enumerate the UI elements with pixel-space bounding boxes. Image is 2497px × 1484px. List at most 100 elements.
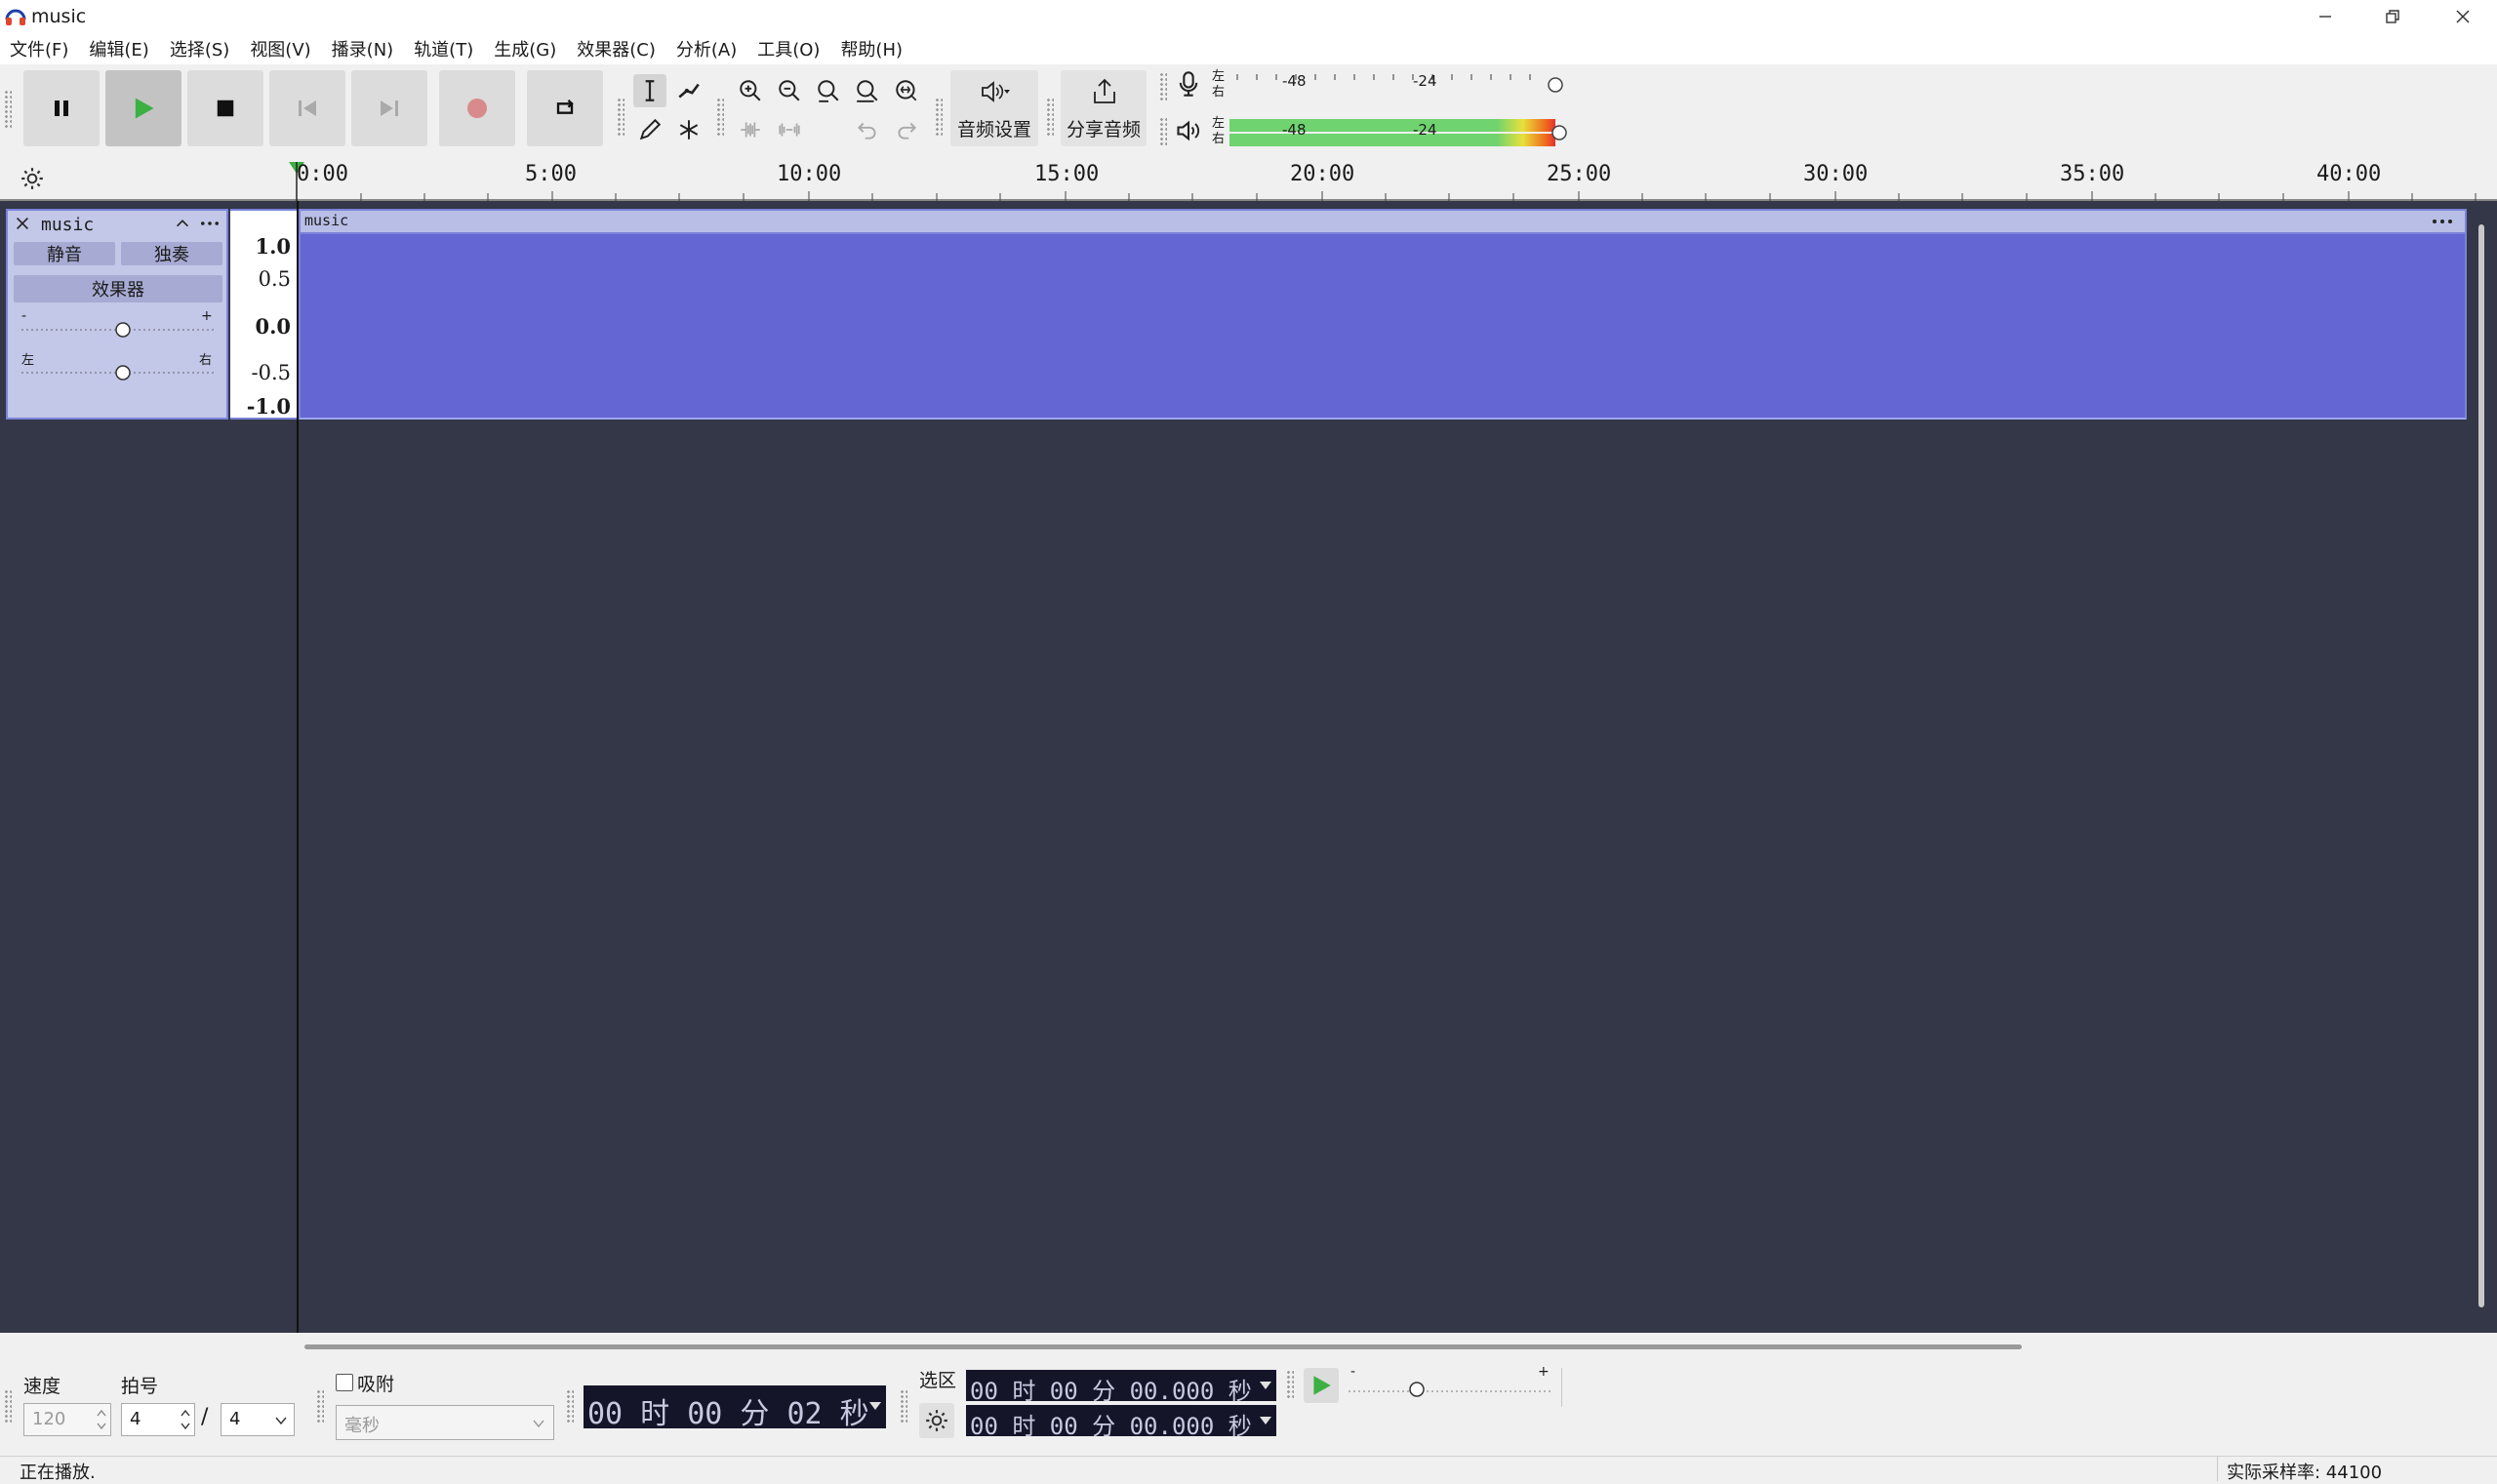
ruler-label: 10:00 — [777, 162, 842, 186]
minimize-button[interactable] — [2292, 0, 2358, 33]
mute-button[interactable]: 静音 — [14, 242, 115, 265]
audio-setup-label: 音频设置 — [956, 119, 1031, 140]
edit-grip[interactable] — [716, 98, 724, 137]
play-meter-grip[interactable] — [1159, 117, 1167, 146]
tempo-label: 速度 — [23, 1376, 61, 1397]
menu-tools[interactable]: 工具(O) — [757, 36, 820, 61]
menu-view[interactable]: 视图(V) — [250, 36, 310, 61]
clip-menu-button[interactable] — [2430, 213, 2455, 230]
record-meter-grip[interactable] — [1159, 72, 1167, 101]
menu-transport[interactable]: 播录(N) — [332, 36, 394, 61]
skip-to-end-button[interactable] — [351, 70, 427, 146]
play-at-speed-button[interactable] — [1304, 1368, 1339, 1403]
selection-tool[interactable] — [633, 74, 666, 107]
snap-grip[interactable] — [316, 1389, 324, 1424]
zoom-toggle-button[interactable] — [890, 74, 923, 107]
share-audio-button[interactable]: 分享音频 — [1061, 70, 1147, 146]
menu-effect[interactable]: 效果器(C) — [577, 36, 656, 61]
beats-value: 4 — [130, 1409, 141, 1429]
redo-button[interactable] — [890, 113, 923, 146]
envelope-tool[interactable] — [672, 74, 705, 107]
pan-slider-track — [21, 365, 217, 381]
menu-select[interactable]: 选择(S) — [170, 36, 229, 61]
track-name[interactable]: music — [41, 215, 94, 235]
menu-generate[interactable]: 生成(G) — [494, 36, 556, 61]
gain-slider[interactable] — [21, 320, 217, 340]
silence-audio-button[interactable] — [773, 113, 806, 146]
ruler-label: 30:00 — [1803, 162, 1869, 186]
play-button[interactable] — [105, 70, 181, 146]
audio-position-display[interactable]: 00 时 00 分 02 秒 — [584, 1385, 886, 1431]
close-track-button[interactable] — [14, 215, 33, 234]
draw-tool[interactable] — [633, 113, 666, 146]
close-window-button[interactable] — [2430, 0, 2496, 33]
clip-waveform[interactable] — [299, 234, 2467, 420]
audio-setup-grip[interactable] — [935, 98, 943, 137]
toolbar-grip[interactable] — [4, 90, 12, 129]
fit-selection-button[interactable] — [812, 74, 845, 107]
undo-button[interactable] — [851, 113, 884, 146]
zoom-out-button[interactable] — [773, 74, 806, 107]
track-control-panel[interactable]: music 静音 独奏 效果器 - + 左 右 — [6, 209, 228, 420]
trim-audio-button[interactable] — [734, 113, 767, 146]
record-meter-scale — [1236, 74, 1563, 93]
pan-slider[interactable] — [21, 363, 217, 382]
selection-grip[interactable] — [900, 1389, 907, 1424]
playback-speed-slider[interactable] — [1349, 1378, 1553, 1401]
stop-button[interactable] — [187, 70, 263, 146]
pause-button[interactable] — [23, 70, 100, 146]
playback-meter[interactable]: -48 -24 — [1228, 117, 1569, 146]
record-button[interactable] — [439, 70, 515, 146]
audacity-app-icon — [4, 5, 27, 28]
selection-label: 选区 — [919, 1370, 957, 1391]
ruler-label: 35:00 — [2060, 162, 2125, 186]
time-display-value: 00 时 00 分 02 秒 — [587, 1397, 869, 1431]
play-meter-button[interactable] — [1175, 117, 1204, 148]
record-meter[interactable]: -48 -24 — [1228, 70, 1569, 100]
solo-button[interactable]: 独奏 — [121, 242, 222, 265]
chevron-down-icon — [869, 1402, 881, 1410]
vertical-scrollbar[interactable] — [2478, 224, 2484, 1307]
selection-start-value: 00 时 00 分 00.000 秒 — [970, 1378, 1252, 1405]
tools-grip[interactable] — [617, 98, 624, 137]
selection-settings-button[interactable] — [919, 1403, 954, 1438]
horizontal-scrollbar[interactable] — [304, 1344, 2022, 1349]
track-menu-button[interactable] — [199, 215, 222, 234]
spinner-icon — [97, 1409, 106, 1430]
loop-button[interactable] — [527, 70, 603, 146]
collapse-track-button[interactable] — [174, 215, 193, 234]
restore-button[interactable] — [2359, 0, 2426, 33]
timeline-ruler[interactable]: 0:00 5:00 10:00 15:00 20:00 25:00 30:00 … — [0, 158, 2497, 201]
multi-tool[interactable] — [672, 113, 705, 146]
play-meter-right-label: 右 — [1212, 132, 1226, 146]
vertical-scale[interactable]: 1.0 0.5 0.0 -0.5 -1.0 — [230, 209, 297, 420]
time-grip[interactable] — [566, 1389, 574, 1424]
snap-unit-select[interactable]: 毫秒 — [336, 1405, 554, 1440]
clip-header[interactable]: music — [299, 209, 2467, 234]
skip-to-start-button[interactable] — [269, 70, 345, 146]
time-signature-grip[interactable] — [4, 1389, 12, 1424]
snap-checkbox[interactable] — [336, 1374, 353, 1391]
beats-per-measure-input[interactable]: 4 — [121, 1403, 195, 1436]
beat-unit-select[interactable]: 4 — [221, 1403, 295, 1436]
play-at-speed-grip[interactable] — [1286, 1370, 1294, 1399]
share-grip[interactable] — [1046, 98, 1054, 137]
menu-analyze[interactable]: 分析(A) — [676, 36, 737, 61]
audio-setup-button[interactable]: 音频设置 — [950, 70, 1038, 146]
selection-start-display[interactable]: 00 时 00 分 00.000 秒 — [966, 1370, 1276, 1405]
menu-help[interactable]: 帮助(H) — [840, 36, 903, 61]
menu-tracks[interactable]: 轨道(T) — [414, 36, 473, 61]
status-divider — [2217, 1457, 2218, 1481]
menu-edit[interactable]: 编辑(E) — [89, 36, 148, 61]
clip-name[interactable]: music — [304, 212, 348, 229]
ruler-label: 15:00 — [1034, 162, 1100, 186]
record-meter-button[interactable] — [1175, 70, 1204, 101]
effects-button[interactable]: 效果器 — [14, 275, 222, 302]
gear-icon — [926, 1410, 947, 1431]
zoom-in-button[interactable] — [734, 74, 767, 107]
menu-file[interactable]: 文件(F) — [10, 36, 68, 61]
fit-project-button[interactable] — [851, 74, 884, 107]
tempo-input[interactable]: 120 — [23, 1403, 111, 1436]
chevron-up-icon — [177, 220, 188, 227]
selection-end-display[interactable]: 00 时 00 分 00.000 秒 — [966, 1405, 1276, 1440]
